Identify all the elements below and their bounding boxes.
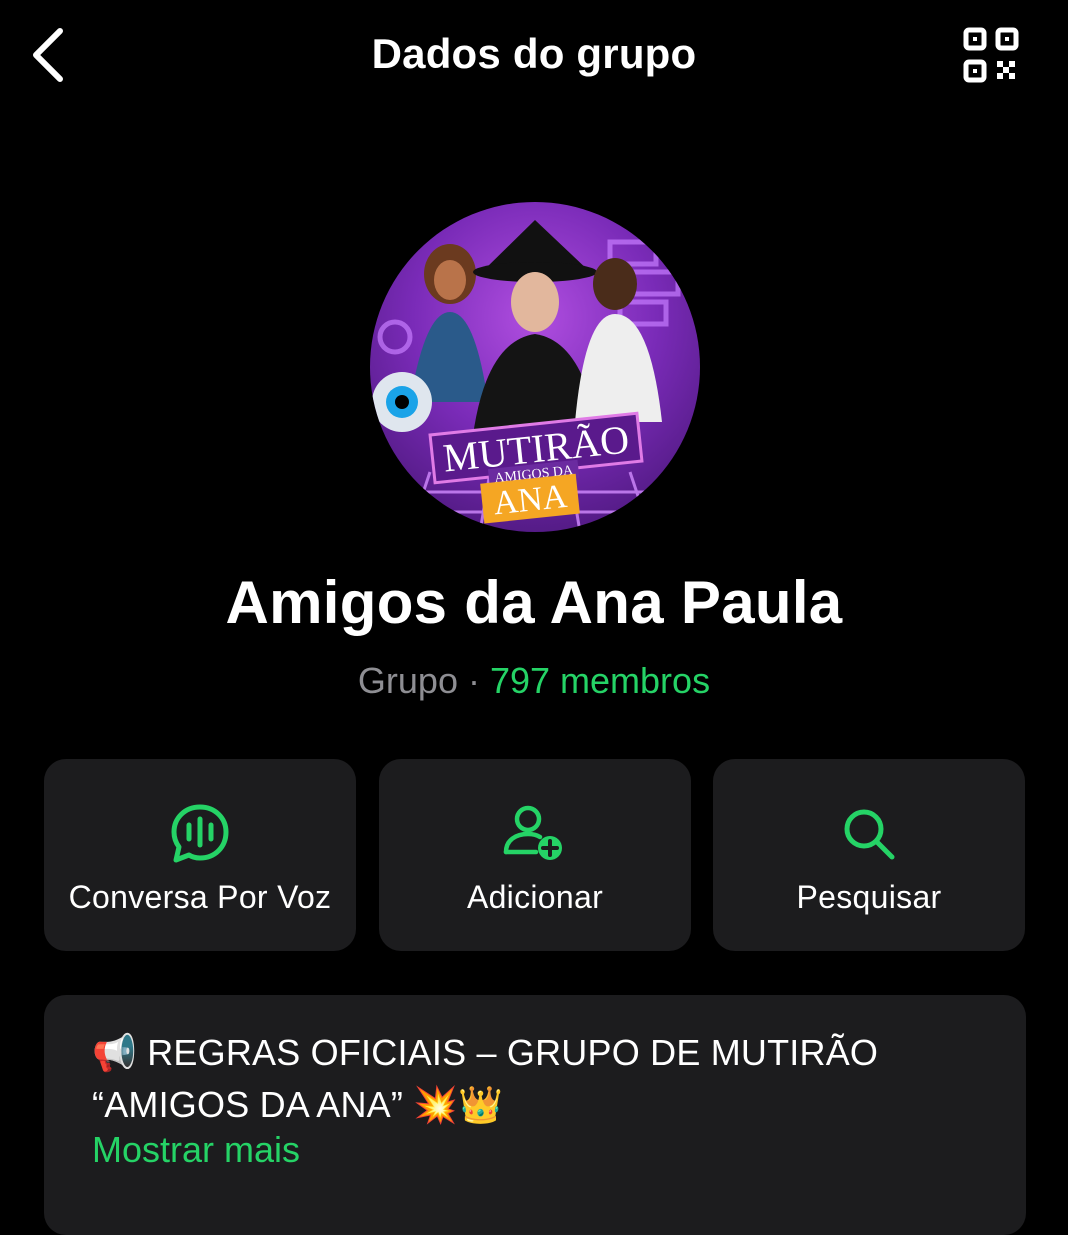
description-line-2: “AMIGOS DA ANA” 💥👑 <box>92 1084 504 1125</box>
action-buttons: Conversa Por Voz Adicionar Pesquisar <box>44 759 1026 951</box>
search-button[interactable]: Pesquisar <box>713 759 1025 951</box>
voice-chat-label: Conversa Por Voz <box>68 879 332 915</box>
search-label: Pesquisar <box>796 879 942 915</box>
avatar-image: MUTIRÃO AMIGOS DA ANA <box>370 220 700 532</box>
group-avatar[interactable]: MUTIRÃO AMIGOS DA ANA <box>370 202 700 532</box>
qr-code-button[interactable] <box>956 20 1026 90</box>
top-bar: Dados do grupo <box>0 0 1068 112</box>
page-title: Dados do grupo <box>371 30 697 77</box>
description-text: 📢 REGRAS OFICIAIS – GRUPO DE MUTIRÃO “AM… <box>92 1027 992 1131</box>
group-meta: Grupo · 797 membros <box>0 660 1068 702</box>
add-person-icon <box>503 805 562 860</box>
description-line-1: 📢 REGRAS OFICIAIS – GRUPO DE MUTIRÃO <box>92 1032 879 1073</box>
add-member-label: Adicionar <box>466 879 604 915</box>
search-icon <box>844 809 895 860</box>
members-count-link[interactable]: 797 membros <box>490 660 710 701</box>
group-kind: Grupo <box>357 660 458 701</box>
meta-separator: · <box>467 660 480 701</box>
group-description: 📢 REGRAS OFICIAIS – GRUPO DE MUTIRÃO “AM… <box>44 995 1026 1235</box>
avatar-ana-text: ANA <box>492 478 570 523</box>
voice-chat-button[interactable]: Conversa Por Voz <box>44 759 356 951</box>
voice-chat-icon <box>171 804 229 863</box>
show-more-link[interactable]: Mostrar mais <box>92 1129 300 1171</box>
group-name: Amigos da Ana Paula <box>225 569 843 636</box>
add-member-button[interactable]: Adicionar <box>379 759 691 951</box>
qr-code-icon <box>963 27 1019 83</box>
